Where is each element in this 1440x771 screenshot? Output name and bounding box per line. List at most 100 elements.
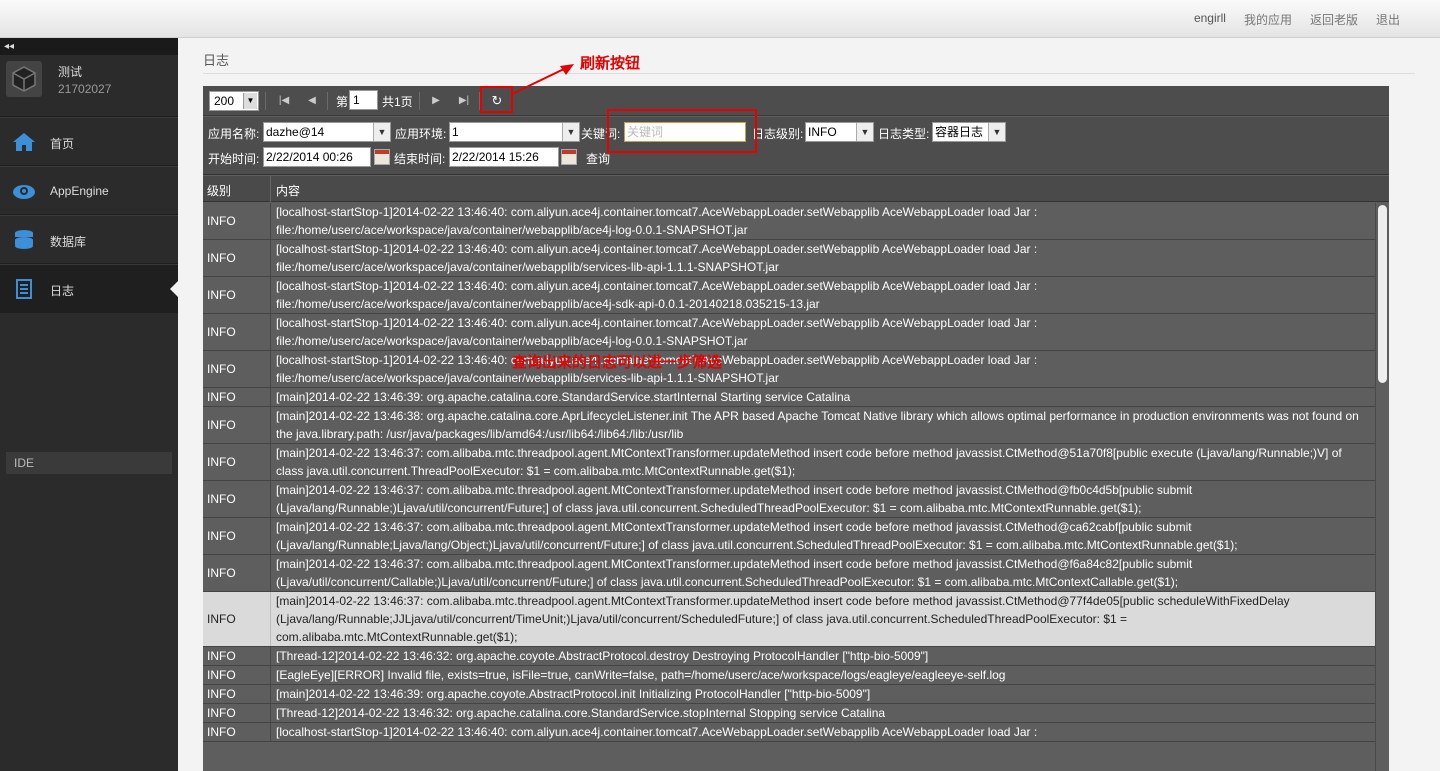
sidebar-item-database[interactable]: 数据库 — [0, 215, 178, 264]
table-row[interactable]: INFO [localhost-startStop-1]2014-02-22 13… — [203, 351, 1375, 388]
row-level: INFO — [203, 407, 271, 443]
table-row[interactable]: INFO [main]2014-02-22 13:46:37: com.aliba… — [203, 444, 1375, 481]
end-time-label: 结束时间: — [394, 152, 446, 166]
top-nav: engirll 我的应用 返回老版 退出 — [1194, 11, 1400, 28]
keyword-highlight-box — [607, 109, 757, 153]
row-level: INFO — [203, 388, 271, 406]
table-header: 级别 内容 — [203, 176, 1389, 202]
row-content: [main]2014-02-22 13:46:37: com.alibaba.m… — [276, 594, 1290, 644]
sidebar-item-appengine[interactable]: AppEngine — [0, 166, 178, 215]
back-old-version-link[interactable]: 返回老版 — [1310, 11, 1358, 28]
page-title: 日志 — [203, 53, 230, 68]
filter-annotation-label: 查询出来的日志可以进一步筛选 — [512, 353, 723, 371]
page-total-label: 共1页 — [382, 95, 413, 109]
table-row[interactable]: INFO [main]2014-02-22 13:46:37: com.aliba… — [203, 518, 1375, 555]
page-size-select[interactable]: 200 ▼ — [209, 91, 259, 111]
env-select[interactable]: 1 ▼ — [449, 122, 580, 142]
row-content: [main]2014-02-22 13:46:37: com.alibaba.m… — [276, 446, 1342, 478]
page-prefix-label: 第 — [336, 95, 349, 109]
sidebar-item-label: 数据库 — [50, 235, 87, 249]
table-row[interactable]: INFO [main]2014-02-22 13:46:37: com.aliba… — [203, 481, 1375, 518]
log-level-label: 日志级别: — [752, 127, 804, 141]
row-content: [main]2014-02-22 13:46:39: org.apache.ca… — [276, 390, 851, 404]
sidebar-item-home[interactable]: 首页 — [0, 117, 178, 166]
first-page-icon[interactable]: |◀ — [277, 94, 291, 108]
chevron-down-icon: ▼ — [373, 123, 390, 141]
my-apps-link[interactable]: 我的应用 — [1244, 11, 1292, 28]
table-row[interactable]: INFO [Thread-12]2014-02-22 13:46:32: org.… — [203, 704, 1375, 723]
row-content: [localhost-startStop-1]2014-02-22 13:46:… — [276, 205, 1038, 237]
table-row[interactable]: INFO [localhost-startStop-1]2014-02-22 13… — [203, 203, 1375, 240]
table-row[interactable]: INFO [Thread-12]2014-02-22 13:46:32: org.… — [203, 647, 1375, 666]
app-name-label: 应用名称: — [208, 127, 260, 141]
row-level: INFO — [203, 592, 271, 646]
home-icon — [13, 133, 35, 151]
database-icon — [15, 230, 33, 249]
table-row[interactable]: INFO [main]2014-02-22 13:46:39: org.apach… — [203, 685, 1375, 704]
row-content: [localhost-startStop-1]2014-02-22 13:46:… — [276, 242, 1038, 274]
sidebar-item-log[interactable]: 日志 — [0, 264, 178, 313]
table-row[interactable]: INFO [EagleEye][ERROR] Invalid file, exis… — [203, 666, 1375, 685]
row-content: [localhost-startStop-1]2014-02-22 13:46:… — [276, 725, 1038, 739]
sidebar-item-label: 日志 — [50, 284, 75, 298]
next-page-icon[interactable]: ▶ — [429, 94, 443, 108]
row-level: INFO — [203, 314, 271, 350]
last-page-icon[interactable]: ▶| — [457, 94, 471, 108]
chevron-down-icon: ▼ — [988, 123, 1005, 141]
sidebar-collapse-button[interactable]: ◂◂ — [0, 38, 178, 55]
logout-link[interactable]: 退出 — [1376, 11, 1400, 28]
row-level: INFO — [203, 704, 271, 722]
row-level: INFO — [203, 277, 271, 313]
username-link[interactable]: engirll — [1194, 11, 1226, 28]
table-row[interactable]: INFO [main]2014-02-22 13:46:38: org.apach… — [203, 407, 1375, 444]
row-content: [EagleEye][ERROR] Invalid file, exists=t… — [276, 668, 1006, 682]
column-divider — [270, 176, 271, 202]
page-number-input[interactable]: 1 — [349, 90, 378, 110]
env-label: 应用环境: — [395, 127, 447, 141]
sidebar-item-label: 首页 — [50, 137, 75, 151]
start-time-label: 开始时间: — [208, 152, 260, 166]
main-content: 日志 200 ▼ |◀ ◀ 第 1 共1页 ▶ ▶| ↻ 应用名称: dazhe — [178, 38, 1440, 771]
calendar-icon[interactable] — [561, 149, 577, 165]
annotation-arrow — [511, 64, 574, 95]
log-type-select[interactable]: 容器日志 ▼ — [932, 122, 1006, 142]
start-time-input[interactable]: 2/22/2014 00:26 — [263, 147, 371, 167]
column-header-content: 内容 — [276, 184, 301, 198]
table-row[interactable]: INFO [main]2014-02-22 13:46:37: com.aliba… — [203, 555, 1375, 592]
table-row[interactable]: INFO [localhost-startStop-1]2014-02-22 13… — [203, 314, 1375, 351]
table-row[interactable]: INFO [main]2014-02-22 13:46:37: com.aliba… — [203, 592, 1375, 647]
row-level: INFO — [203, 444, 271, 480]
log-type-label: 日志类型: — [878, 127, 930, 141]
title-divider — [203, 73, 1415, 74]
chevron-down-icon: ▼ — [562, 123, 579, 141]
table-row[interactable]: INFO [main]2014-02-22 13:46:39: org.apach… — [203, 388, 1375, 407]
prev-page-icon[interactable]: ◀ — [305, 94, 319, 108]
row-level: INFO — [203, 647, 271, 665]
log-level-select[interactable]: INFO ▼ — [805, 122, 874, 142]
scrollbar[interactable] — [1375, 203, 1389, 771]
row-content: [main]2014-02-22 13:46:39: org.apache.co… — [276, 687, 871, 701]
row-level: INFO — [203, 555, 271, 591]
table-row[interactable]: INFO [localhost-startStop-1]2014-02-22 13… — [203, 240, 1375, 277]
row-level: INFO — [203, 685, 271, 703]
pager-separator — [419, 92, 420, 110]
chevron-down-icon: ▼ — [856, 123, 873, 141]
end-time-input[interactable]: 2/22/2014 15:26 — [449, 147, 559, 167]
row-level: INFO — [203, 351, 271, 387]
scrollbar-thumb[interactable] — [1378, 205, 1387, 383]
row-level: INFO — [203, 240, 271, 276]
ide-button[interactable]: IDE — [6, 452, 172, 474]
app-name: 测试 — [58, 65, 83, 79]
row-content: [main]2014-02-22 13:46:38: org.apache.ca… — [276, 409, 1359, 441]
pager-toolbar: 200 ▼ |◀ ◀ 第 1 共1页 ▶ ▶| ↻ — [203, 86, 1389, 116]
table-row[interactable]: INFO [localhost-startStop-1]2014-02-22 13… — [203, 723, 1375, 742]
table-row[interactable]: INFO [localhost-startStop-1]2014-02-22 13… — [203, 277, 1375, 314]
calendar-icon[interactable] — [374, 149, 390, 165]
cloud-gear-icon — [13, 185, 35, 199]
pager-separator — [265, 92, 266, 110]
app-name-select[interactable]: dazhe@14 ▼ — [263, 122, 391, 142]
row-content: [localhost-startStop-1]2014-02-22 13:46:… — [276, 353, 1038, 385]
app-info: 测试 21702027 — [0, 55, 178, 117]
log-table-body: INFO [localhost-startStop-1]2014-02-22 13… — [203, 203, 1375, 771]
column-header-level: 级别 — [207, 184, 232, 198]
